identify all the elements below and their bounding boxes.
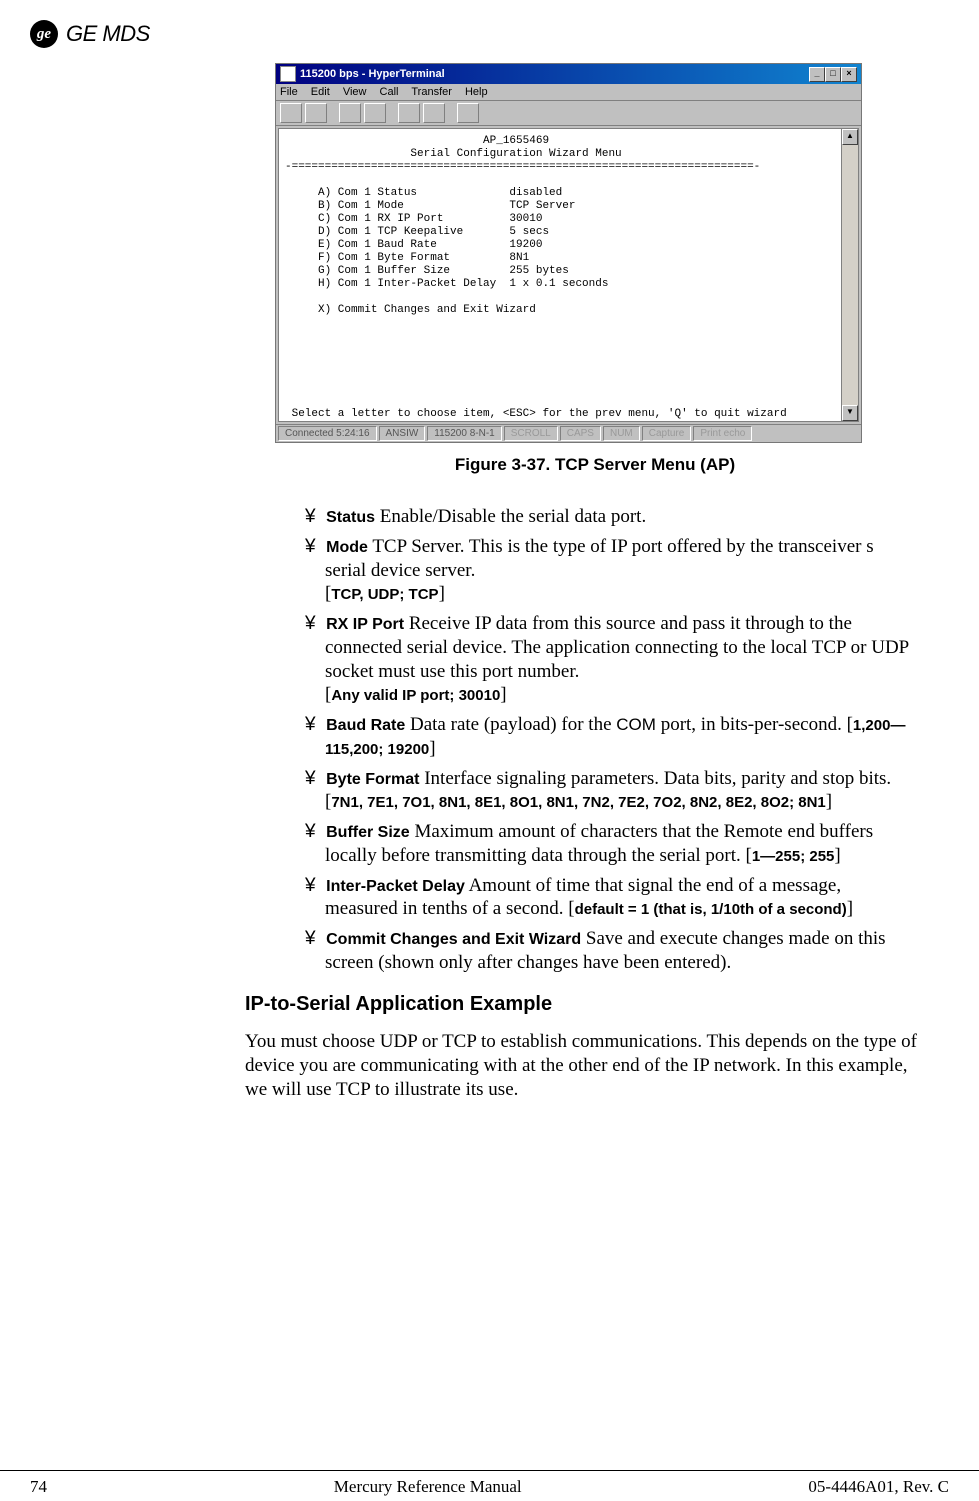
terminal-output: AP_1655469 Serial Configuration Wizard M… <box>278 128 841 422</box>
param-rx-ip-port: ¥ RX IP Port Receive IP data from this s… <box>305 612 915 707</box>
section-body: You must choose UDP or TCP to establish … <box>245 1030 925 1103</box>
status-connected: Connected 5:24:16 <box>278 426 377 441</box>
menu-edit[interactable]: Edit <box>311 86 330 98</box>
status-caps: CAPS <box>560 426 601 441</box>
section-heading: IP-to-Serial Application Example <box>245 993 925 1016</box>
maximize-icon[interactable]: □ <box>825 67 841 82</box>
param-byte-format: ¥ Byte Format Interface signaling parame… <box>305 767 915 815</box>
menu-transfer[interactable]: Transfer <box>411 86 452 98</box>
scroll-down-icon[interactable]: ▼ <box>842 405 858 421</box>
brand-name: GE MDS <box>66 21 150 47</box>
toolbar-send-icon[interactable] <box>398 103 420 123</box>
status-num: NUM <box>603 426 640 441</box>
page-header: ge GE MDS <box>30 20 929 48</box>
toolbar-call-icon[interactable] <box>339 103 361 123</box>
toolbar-receive-icon[interactable] <box>423 103 445 123</box>
figure-caption: Figure 3-37. TCP Server Menu (AP) <box>275 455 915 475</box>
menu-file[interactable]: File <box>280 86 298 98</box>
status-emulation: ANSIW <box>379 426 426 441</box>
window-title: 115200 bps - HyperTerminal <box>300 68 445 80</box>
status-settings: 115200 8-N-1 <box>427 426 501 441</box>
toolbar-properties-icon[interactable] <box>457 103 479 123</box>
menubar: File Edit View Call Transfer Help <box>276 84 861 101</box>
menu-help[interactable]: Help <box>465 86 488 98</box>
menu-call[interactable]: Call <box>380 86 399 98</box>
param-buffer-size: ¥ Buffer Size Maximum amount of characte… <box>305 820 915 868</box>
footer-doc-id: 05-4446A01, Rev. C <box>808 1477 949 1497</box>
param-mode: ¥ Mode TCP Server. This is the type of I… <box>305 535 915 606</box>
parameter-list: ¥ Status Enable/Disable the serial data … <box>275 505 915 975</box>
window-titlebar: 115200 bps - HyperTerminal _ □ × <box>276 64 861 84</box>
footer-page-number: 74 <box>30 1477 47 1497</box>
status-bar: Connected 5:24:16 ANSIW 115200 8-N-1 SCR… <box>276 424 861 442</box>
param-inter-packet-delay: ¥ Inter-Packet Delay Amount of time that… <box>305 874 915 922</box>
status-scroll: SCROLL <box>504 426 558 441</box>
param-status: ¥ Status Enable/Disable the serial data … <box>305 505 915 529</box>
param-commit-changes: ¥ Commit Changes and Exit Wizard Save an… <box>305 927 915 975</box>
vertical-scrollbar[interactable]: ▲ ▼ <box>841 128 859 422</box>
close-icon[interactable]: × <box>841 67 857 82</box>
page-footer: 74 Mercury Reference Manual 05-4446A01, … <box>0 1470 979 1497</box>
toolbar-hangup-icon[interactable] <box>364 103 386 123</box>
app-icon <box>280 66 296 82</box>
status-capture: Capture <box>642 426 692 441</box>
param-baud-rate: ¥ Baud Rate Data rate (payload) for the … <box>305 713 915 761</box>
menu-view[interactable]: View <box>343 86 367 98</box>
scroll-up-icon[interactable]: ▲ <box>842 129 858 145</box>
ge-logo-icon: ge <box>30 20 58 48</box>
hyperterminal-screenshot: 115200 bps - HyperTerminal _ □ × File Ed… <box>275 63 862 443</box>
toolbar-open-icon[interactable] <box>305 103 327 123</box>
status-echo: Print echo <box>693 426 752 441</box>
footer-manual-title: Mercury Reference Manual <box>334 1477 522 1497</box>
toolbar-new-icon[interactable] <box>280 103 302 123</box>
toolbar <box>276 101 861 126</box>
minimize-icon[interactable]: _ <box>809 67 825 82</box>
